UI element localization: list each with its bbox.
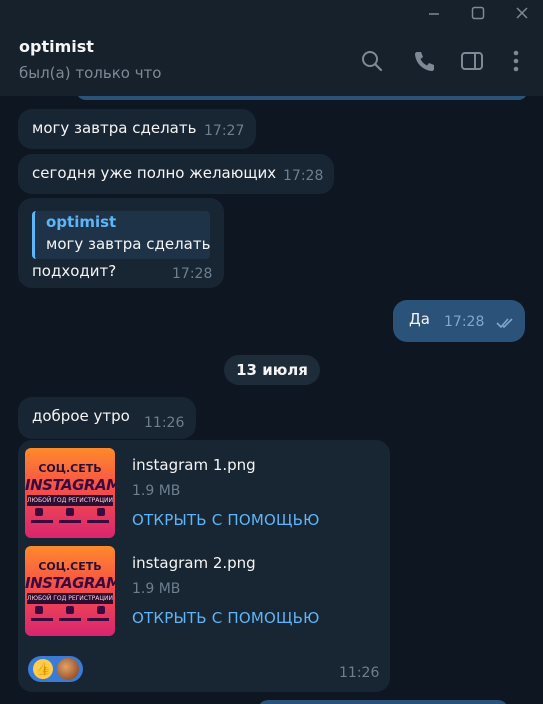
incoming-files-message[interactable]: СОЦ.СЕТЬ INSTAGRAM ЛЮБОЙ ГОД РЕГИСТРАЦИИ… xyxy=(18,440,390,692)
message-time: 17:27 xyxy=(204,123,245,139)
maximize-icon[interactable] xyxy=(458,0,498,26)
thumbnail-caption: СОЦ.СЕТЬ xyxy=(38,462,102,475)
thumbnail-icons xyxy=(31,508,109,530)
message-time: 11:26 xyxy=(339,665,380,681)
message-time: 17:28 xyxy=(283,168,324,184)
incoming-message[interactable]: могу завтра сделать 17:27 xyxy=(18,109,256,149)
file-thumbnail[interactable]: СОЦ.СЕТЬ INSTAGRAM ЛЮБОЙ ГОД РЕГИСТРАЦИИ xyxy=(25,546,115,636)
minimize-icon[interactable] xyxy=(414,0,454,26)
reply-author: optimist xyxy=(46,213,117,231)
open-with-button[interactable]: ОТКРЫТЬ С ПОМОЩЬЮ xyxy=(132,609,320,627)
more-vertical-icon[interactable] xyxy=(503,48,529,74)
file-thumbnail[interactable]: СОЦ.СЕТЬ INSTAGRAM ЛЮБОЙ ГОД РЕГИСТРАЦИИ xyxy=(25,448,115,538)
file-size: 1.9 MB xyxy=(132,581,181,597)
chat-title[interactable]: optimist xyxy=(19,37,94,56)
thumbnail-icons xyxy=(31,606,109,628)
incoming-reply-message[interactable]: optimist могу завтра сделать подходит? 1… xyxy=(18,198,224,288)
message-time: 11:26 xyxy=(144,415,185,431)
outgoing-message[interactable]: Да 17:28 xyxy=(393,300,525,342)
thumbnail-title: INSTAGRAM xyxy=(25,574,115,592)
chat-status: был(а) только что xyxy=(19,64,162,82)
thumbs-up-icon: 👍 xyxy=(33,659,53,679)
incoming-message[interactable]: сегодня уже полно желающих 17:28 xyxy=(18,154,334,194)
window-titlebar xyxy=(0,0,543,26)
file-size: 1.9 MB xyxy=(132,483,181,499)
date-separator: 13 июля xyxy=(224,355,320,385)
thumbnail-title: INSTAGRAM xyxy=(25,476,115,494)
sidebar-toggle-icon[interactable] xyxy=(459,48,485,74)
message-time: 17:28 xyxy=(172,266,213,282)
reply-text: могу завтра сделать xyxy=(46,235,211,253)
chat-header: optimist был(а) только что xyxy=(0,26,543,96)
message-text: Да xyxy=(409,310,430,328)
reaction-badge[interactable]: 👍 xyxy=(28,656,83,682)
message-list[interactable]: могу завтра сделать 17:27 сегодня уже по… xyxy=(0,96,543,704)
thumbnail-subtitle: ЛЮБОЙ ГОД РЕГИСТРАЦИИ xyxy=(27,495,113,506)
thumbnail-caption: СОЦ.СЕТЬ xyxy=(38,560,102,573)
next-outgoing-bubble xyxy=(258,700,508,704)
file-name[interactable]: instagram 1.png xyxy=(132,456,256,474)
message-time: 17:28 xyxy=(444,314,485,330)
reply-quote[interactable]: optimist могу завтра сделать xyxy=(32,211,210,259)
incoming-message[interactable]: доброе утро 11:26 xyxy=(18,397,196,439)
previous-outgoing-bubble xyxy=(76,96,528,100)
close-icon[interactable] xyxy=(502,0,542,26)
double-check-icon xyxy=(496,316,516,330)
reactor-avatar xyxy=(57,658,79,680)
file-name[interactable]: instagram 2.png xyxy=(132,554,256,572)
message-text: подходит? xyxy=(32,262,117,280)
phone-icon[interactable] xyxy=(411,48,437,74)
search-icon[interactable] xyxy=(359,48,385,74)
message-text: могу завтра сделать xyxy=(32,119,197,137)
message-text: сегодня уже полно желающих xyxy=(32,164,277,182)
thumbnail-subtitle: ЛЮБОЙ ГОД РЕГИСТРАЦИИ xyxy=(27,593,113,604)
open-with-button[interactable]: ОТКРЫТЬ С ПОМОЩЬЮ xyxy=(132,511,320,529)
message-text: доброе утро xyxy=(32,407,130,425)
